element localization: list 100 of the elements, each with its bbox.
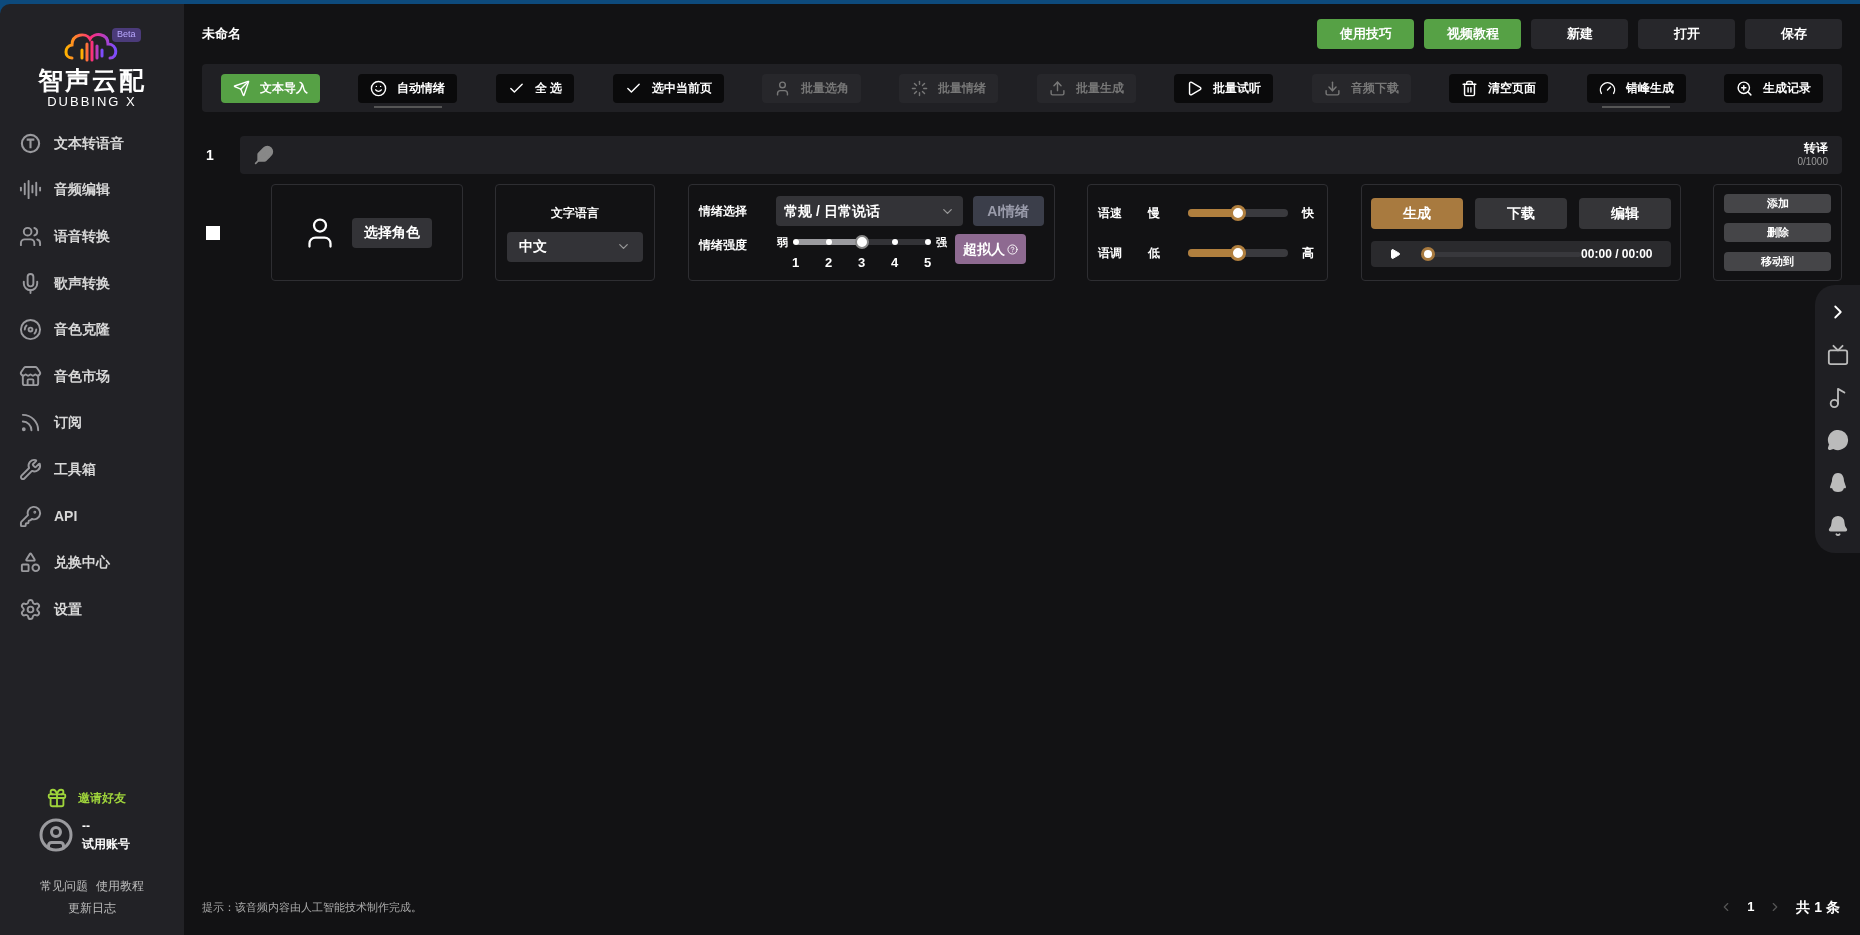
row-number: 1: [205, 145, 215, 165]
beta-badge: Beta: [112, 28, 141, 42]
toolbar-button[interactable]: 批量试听: [1174, 73, 1274, 103]
page-number[interactable]: 1: [1747, 897, 1755, 917]
header-button[interactable]: 新建: [1531, 19, 1628, 49]
disc-icon: [19, 318, 42, 342]
sound-wave-icon: [19, 178, 42, 202]
character-count: 0/1000: [1797, 155, 1828, 168]
send-icon: [233, 79, 250, 97]
sidebar-item[interactable]: 工具箱: [0, 446, 184, 493]
speed-label: 语速: [1098, 204, 1123, 222]
sidebar-item[interactable]: 音频编辑: [0, 166, 184, 214]
account-type: 试用账号: [82, 836, 130, 853]
weak-label: 弱: [776, 235, 788, 250]
gift-icon: [46, 787, 68, 809]
sidebar-item[interactable]: 兑换中心: [0, 539, 184, 586]
wrench-icon: [19, 457, 42, 481]
strong-label: 强: [935, 235, 947, 250]
avatar-icon: [38, 817, 74, 853]
invite-link[interactable]: 邀请好友: [78, 789, 126, 807]
logo-title: 智声云配: [38, 66, 146, 94]
slider-thumb[interactable]: [1230, 244, 1246, 261]
sidebar-item[interactable]: 语音转换: [0, 213, 184, 260]
speed-slider[interactable]: [1188, 204, 1288, 221]
chat-icon[interactable]: [1826, 429, 1849, 452]
sidebar-item[interactable]: 音色克隆: [0, 306, 184, 353]
strength-label: 情绪强度: [698, 237, 748, 254]
emotion-select[interactable]: 常规 / 日常说话: [776, 196, 963, 226]
settings-icon: [19, 597, 42, 621]
sidebar-item[interactable]: 音色市场: [0, 352, 184, 400]
row-action-button[interactable]: 删除: [1724, 223, 1831, 242]
pitch-slider[interactable]: [1188, 244, 1288, 261]
ai-emotion-button[interactable]: AI情绪: [972, 196, 1044, 226]
row-action-button[interactable]: 添加: [1724, 194, 1831, 213]
header-button[interactable]: 打开: [1638, 19, 1735, 49]
trash-icon: [1461, 79, 1479, 97]
tick-label: 2: [824, 254, 833, 272]
tick-label: 3: [857, 254, 866, 272]
edit-button[interactable]: 编辑: [1578, 198, 1671, 229]
header-button[interactable]: 保存: [1745, 19, 1842, 49]
feather-icon: [254, 145, 274, 165]
tick-label: 1: [791, 254, 800, 272]
slider-thumb[interactable]: [854, 235, 869, 249]
progress-bar[interactable]: [1420, 247, 1581, 261]
tick-label: 5: [923, 254, 932, 272]
row-checkbox[interactable]: [206, 225, 220, 240]
key-icon: [19, 504, 42, 528]
help-link[interactable]: 使用教程: [96, 875, 144, 897]
smile-icon: [370, 79, 388, 97]
tick-label: 4: [890, 254, 899, 272]
toolbar-button[interactable]: 清空页面: [1449, 73, 1549, 103]
bell-icon[interactable]: [1826, 514, 1849, 537]
toolbar-button[interactable]: 自动情绪: [358, 73, 458, 103]
upload-icon: [1048, 79, 1066, 97]
help-link[interactable]: 更新日志: [68, 897, 116, 919]
hyper-real-button[interactable]: 超拟人: [954, 234, 1026, 264]
zoom-icon: [1736, 79, 1753, 97]
language-label: 文字语言: [551, 204, 599, 222]
download-button[interactable]: 下载: [1474, 198, 1567, 229]
text-input-field[interactable]: 转译 0/1000: [240, 136, 1842, 174]
people-icon: [19, 225, 42, 248]
gauge-icon: [1598, 79, 1616, 97]
total-count: 共 1 条: [1796, 897, 1840, 917]
min-label: 低: [1148, 244, 1161, 262]
text-circle-icon: [19, 131, 42, 155]
toolbar-button[interactable]: 全 选: [495, 73, 575, 103]
penguin-icon[interactable]: [1827, 471, 1848, 494]
sidebar-item[interactable]: 订阅: [0, 399, 184, 447]
user-name: --: [82, 818, 91, 835]
sidebar-item[interactable]: 歌声转换: [0, 259, 184, 307]
project-title: 未命名: [202, 25, 241, 44]
max-label: 快: [1302, 204, 1314, 222]
sidebar-item[interactable]: API: [0, 492, 184, 540]
sidebar-item[interactable]: 设置: [0, 585, 184, 633]
generate-button[interactable]: 生成: [1370, 198, 1463, 229]
sidebar-item[interactable]: 文本转语音: [0, 120, 184, 167]
play-icon[interactable]: [1388, 248, 1401, 260]
play-icon: [1186, 79, 1204, 97]
ai-notice: 提示：该音频内容由人工智能技术制作完成。: [202, 899, 422, 915]
pitch-label: 语调: [1098, 244, 1123, 262]
toolbar-button[interactable]: 选中当前页: [612, 73, 724, 103]
shapes-icon: [19, 551, 42, 575]
download-icon: [1323, 79, 1341, 97]
language-select[interactable]: 中文: [507, 231, 643, 262]
toolbar-button[interactable]: 错峰生成: [1586, 73, 1686, 103]
loader-icon: [911, 79, 929, 97]
progress-thumb[interactable]: [1420, 247, 1435, 261]
row-action-button[interactable]: 移动到: [1724, 252, 1831, 271]
strength-slider[interactable]: [795, 235, 928, 249]
store-icon: [19, 364, 42, 388]
min-label: 慢: [1148, 204, 1161, 222]
tv-icon[interactable]: [1826, 344, 1849, 366]
slider-thumb[interactable]: [1230, 204, 1246, 221]
select-role-button[interactable]: 选择角色: [351, 217, 432, 248]
translate-link[interactable]: 转译: [1804, 142, 1828, 155]
help-icon: [1006, 243, 1018, 255]
toolbar-button[interactable]: 生成记录: [1724, 73, 1823, 103]
help-link[interactable]: 常见问题: [40, 875, 88, 897]
emotion-label: 情绪选择: [698, 203, 748, 220]
time-display: 00:00 / 00:00: [1581, 246, 1653, 263]
